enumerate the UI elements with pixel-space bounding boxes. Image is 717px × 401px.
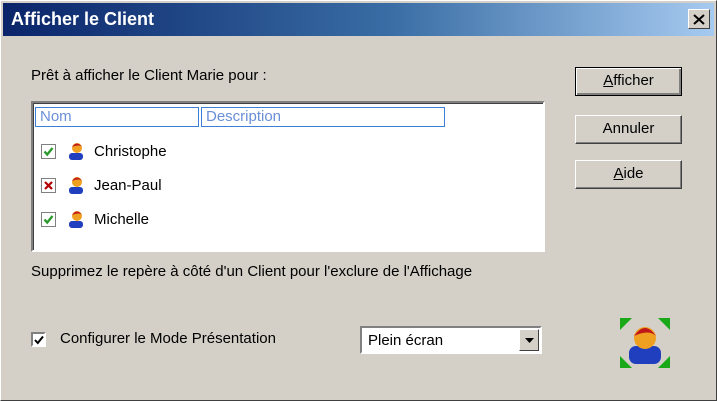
column-header-description[interactable]: Description	[201, 107, 445, 127]
aide-label: ide	[623, 165, 644, 182]
annuler-button[interactable]: Annuler	[575, 115, 682, 144]
aide-accesskey: A	[613, 165, 624, 182]
fullscreen-presentation-icon	[620, 318, 670, 368]
aide-button[interactable]: Aide	[575, 160, 682, 189]
cross-icon	[44, 180, 53, 190]
check-icon	[33, 335, 44, 345]
afficher-accesskey: A	[603, 72, 614, 89]
client-name: Michelle	[94, 210, 150, 228]
dialog-window: Afficher le Client Prêt à afficher le Cl…	[0, 0, 717, 401]
client-name: Christophe	[94, 142, 167, 160]
row-checkbox[interactable]	[41, 177, 56, 193]
list-item-michelle[interactable]: Michelle	[41, 207, 149, 231]
selected-mode: Plein écran	[368, 332, 444, 349]
check-icon	[43, 214, 54, 224]
close-button[interactable]	[688, 9, 710, 29]
title-bar[interactable]: Afficher le Client	[3, 3, 714, 36]
presentation-mode-label[interactable]: Configurer le Mode Présentation	[60, 330, 276, 347]
close-icon	[693, 13, 705, 25]
check-icon	[43, 146, 54, 156]
presentation-mode-checkbox[interactable]	[31, 332, 46, 347]
column-header-name[interactable]: Nom	[35, 107, 199, 127]
chevron-down-icon	[524, 337, 534, 343]
afficher-label: fficher	[613, 72, 654, 89]
client-list[interactable]: Nom Description Christophe Jean-Paul Mic…	[31, 101, 545, 252]
presentation-mode-select[interactable]: Plein écran	[360, 326, 542, 354]
row-checkbox[interactable]	[41, 143, 56, 159]
list-item-jean-paul[interactable]: Jean-Paul	[41, 173, 162, 197]
prompt-label: Prêt à afficher le Client Marie pour :	[31, 67, 267, 84]
person-icon	[69, 211, 83, 228]
dropdown-button[interactable]	[519, 329, 539, 351]
row-checkbox[interactable]	[41, 211, 56, 227]
afficher-button[interactable]: Afficher	[575, 67, 682, 96]
exclude-hint: Supprimez le repère à côté d'un Client p…	[31, 263, 473, 280]
person-icon	[69, 143, 83, 160]
client-name: Jean-Paul	[94, 176, 162, 194]
person-icon	[69, 177, 83, 194]
window-title: Afficher le Client	[11, 9, 155, 29]
list-item-christophe[interactable]: Christophe	[41, 139, 167, 163]
